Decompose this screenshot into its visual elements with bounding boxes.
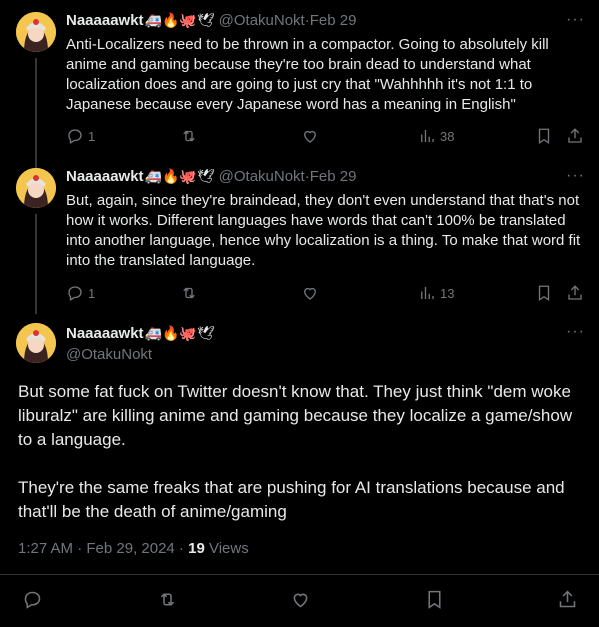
avatar[interactable] bbox=[16, 323, 56, 363]
reply-icon bbox=[24, 591, 41, 609]
share-icon bbox=[568, 285, 582, 300]
reply-count: 1 bbox=[88, 128, 96, 144]
more-icon[interactable]: ··· bbox=[566, 323, 585, 341]
like-button[interactable] bbox=[301, 127, 319, 145]
display-name[interactable]: Naaaaawkt bbox=[66, 12, 144, 29]
retweet-button[interactable] bbox=[157, 589, 178, 610]
name-emojis: 🚑🔥🐙🕊 bbox=[144, 12, 215, 29]
like-icon bbox=[293, 593, 308, 608]
share-button[interactable] bbox=[557, 589, 578, 610]
tweet-date[interactable]: Feb 29 bbox=[310, 12, 357, 29]
main-tweet-text: But some fat fuck on Twitter doesn't kno… bbox=[18, 382, 573, 449]
tweet-text: But, again, since they're braindead, the… bbox=[66, 192, 581, 269]
views-icon bbox=[421, 287, 434, 299]
display-name[interactable]: Naaaaawkt bbox=[66, 325, 144, 342]
reply-icon bbox=[68, 129, 82, 144]
handle[interactable]: @OtakuNokt bbox=[66, 346, 152, 363]
thread-connector bbox=[35, 58, 37, 168]
share-icon bbox=[559, 590, 576, 608]
reply-button[interactable] bbox=[22, 589, 43, 610]
bookmark-icon bbox=[538, 285, 550, 302]
share-icon bbox=[568, 128, 582, 143]
share-button[interactable] bbox=[566, 127, 584, 145]
reply-button[interactable]: 1 bbox=[66, 284, 95, 302]
name-emojis: 🚑🔥🐙🕊 bbox=[144, 168, 215, 185]
main-tweet-text-2: They're the same freaks that are pushing… bbox=[18, 478, 565, 521]
avatar[interactable] bbox=[16, 12, 56, 52]
name-emojis: 🚑🔥🐙🕊 bbox=[144, 325, 215, 342]
retweet-icon bbox=[160, 593, 175, 606]
reply-count: 1 bbox=[88, 285, 96, 301]
retweet-button[interactable] bbox=[180, 127, 198, 145]
tweet-header: Naaaaawkt 🚑🔥🐙🕊 @OtakuNokt · Feb 29 bbox=[66, 12, 356, 29]
more-icon[interactable]: ··· bbox=[566, 167, 585, 185]
views-button[interactable]: 13 bbox=[418, 284, 454, 302]
tweet-date[interactable]: Feb 29 bbox=[310, 168, 357, 185]
like-button[interactable] bbox=[290, 589, 311, 610]
bookmark-button[interactable] bbox=[424, 589, 445, 610]
share-button[interactable] bbox=[566, 284, 584, 302]
avatar[interactable] bbox=[16, 168, 56, 208]
views-count: 19 bbox=[188, 540, 205, 557]
reply-button[interactable]: 1 bbox=[66, 127, 95, 145]
retweet-icon bbox=[183, 287, 195, 299]
like-button[interactable] bbox=[301, 284, 319, 302]
views-count: 13 bbox=[440, 285, 455, 301]
handle[interactable]: @OtakuNokt bbox=[219, 12, 305, 29]
thread-connector bbox=[35, 214, 37, 314]
timestamp-text[interactable]: 1:27 AM · Feb 29, 2024 · bbox=[18, 540, 188, 557]
bookmark-icon bbox=[538, 128, 550, 145]
retweet-icon bbox=[183, 130, 195, 142]
display-name[interactable]: Naaaaawkt bbox=[66, 168, 144, 185]
retweet-button[interactable] bbox=[180, 284, 198, 302]
divider bbox=[0, 574, 599, 575]
main-tweet-name-row: Naaaaawkt 🚑🔥🐙🕊 bbox=[66, 325, 215, 342]
views-count: 38 bbox=[440, 128, 455, 144]
more-icon[interactable]: ··· bbox=[566, 11, 585, 29]
tweet-timestamp[interactable]: 1:27 AM · Feb 29, 2024 · 19 Views bbox=[18, 540, 249, 557]
reply-icon bbox=[68, 286, 82, 301]
bookmark-button[interactable] bbox=[535, 284, 553, 302]
views-icon bbox=[421, 130, 434, 142]
handle[interactable]: @OtakuNokt bbox=[219, 168, 305, 185]
like-icon bbox=[304, 130, 316, 143]
tweet-header: Naaaaawkt 🚑🔥🐙🕊 @OtakuNokt · Feb 29 bbox=[66, 168, 356, 185]
bookmark-button[interactable] bbox=[535, 127, 553, 145]
views-label: Views bbox=[204, 540, 249, 557]
tweet-text: Anti-Localizers need to be thrown in a c… bbox=[66, 36, 549, 113]
like-icon bbox=[304, 287, 316, 300]
views-button[interactable]: 38 bbox=[418, 127, 454, 145]
bookmark-icon bbox=[428, 590, 441, 609]
